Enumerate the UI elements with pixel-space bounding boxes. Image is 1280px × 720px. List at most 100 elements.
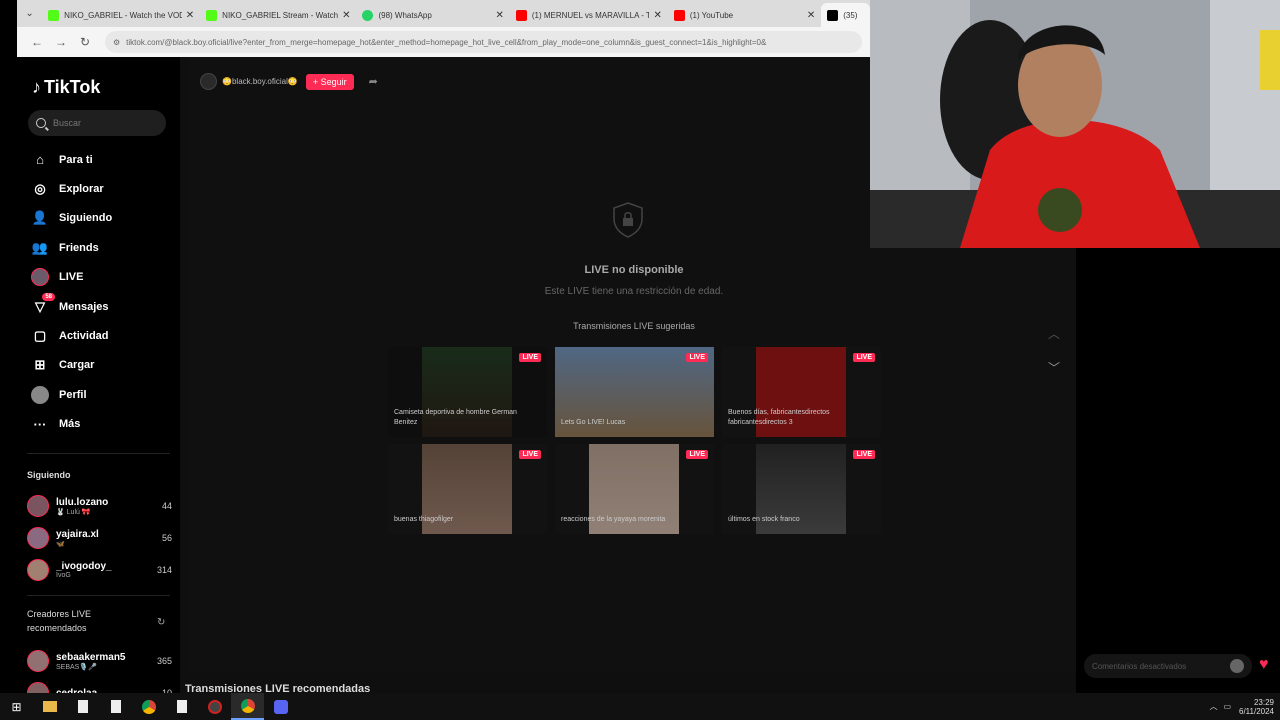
chevron-up-icon[interactable]: ︿ xyxy=(1048,325,1060,342)
live-card-title: Buenos días, fabricantesdirectos fabrica… xyxy=(728,409,830,426)
streamer-name[interactable]: 😳black.boy.oficial😳 xyxy=(222,77,298,86)
account-info: sebaakerman5 SEBAS🎙️🎤 xyxy=(56,652,153,671)
follow-button[interactable]: + Seguir xyxy=(305,73,354,90)
tab-label: NIKO_GABRIEL Stream - Watch xyxy=(222,10,339,20)
tab-search-chevron-icon[interactable]: ⌄ xyxy=(17,0,42,27)
share-icon[interactable]: ➦ xyxy=(369,75,378,88)
live-card[interactable]: LIVE Camiseta deportiva de hombre German… xyxy=(388,347,547,437)
following-account[interactable]: lulu.lozano 🐰 Lulú 🎀 44 xyxy=(27,492,172,520)
following-account[interactable]: _ivogodoy_ IvoG 314 xyxy=(27,556,172,584)
nav-item-perfil[interactable]: Perfil xyxy=(31,380,171,409)
avatar xyxy=(27,559,49,581)
tray-chevron-icon[interactable]: ︿ xyxy=(1209,701,1217,712)
nav-item-friends[interactable]: 👥 Friends xyxy=(31,233,171,262)
left-edge xyxy=(0,0,17,693)
search-icon xyxy=(36,118,46,128)
nav-item-actividad[interactable]: ▢ Actividad xyxy=(31,321,171,350)
comment-placeholder: Comentarios desactivados xyxy=(1092,661,1187,671)
tiktok-note-icon: ♪ xyxy=(32,77,41,97)
profile-avatar-icon xyxy=(31,385,49,404)
live-card[interactable]: LIVE reacciones de la yayaya morenita xyxy=(555,444,714,534)
avatar xyxy=(31,268,49,287)
chrome-icon[interactable] xyxy=(132,693,165,720)
file-explorer-icon[interactable] xyxy=(33,693,66,720)
site-info-icon[interactable]: ⚙ xyxy=(113,38,120,47)
url-input[interactable]: ⚙ tiktok.com/@black.boy.oficial/live?ent… xyxy=(105,31,862,53)
nav-label: Cargar xyxy=(59,359,95,372)
recommended-account[interactable]: sebaakerman5 SEBAS🎙️🎤 365 xyxy=(27,647,172,675)
webcam-overlay xyxy=(870,0,1280,248)
refresh-icon[interactable]: ↻ xyxy=(157,617,165,628)
browser-tab[interactable]: (1) MERNUEL vs MARAVILLA - T ✕ xyxy=(510,3,668,27)
viewer-count: 44 xyxy=(161,501,172,511)
nav-item-mensajes[interactable]: ▽ 58 Mensajes xyxy=(31,292,171,321)
start-windows-icon[interactable]: ⊞ xyxy=(0,693,33,720)
divider xyxy=(27,595,170,596)
home-icon: ⌂ xyxy=(36,152,44,168)
viewer-count: 56 xyxy=(161,533,172,543)
discord-icon[interactable] xyxy=(264,693,297,720)
search-input[interactable]: Buscar xyxy=(28,110,166,136)
heart-icon[interactable]: ♥ xyxy=(1259,656,1269,674)
nav-label: Friends xyxy=(59,241,99,254)
tab-label: (35) xyxy=(843,10,858,20)
document-icon[interactable] xyxy=(99,693,132,720)
main-nav: ⌂ Para ti ◎ Explorar 👤 Siguiendo 👥 Frien… xyxy=(31,145,171,439)
recorder-icon[interactable] xyxy=(198,693,231,720)
nav-item-para-ti[interactable]: ⌂ Para ti xyxy=(31,145,171,174)
avatar[interactable] xyxy=(200,73,217,90)
close-icon[interactable]: ✕ xyxy=(807,10,815,21)
following-section-title: Siguiendo xyxy=(27,470,71,480)
close-icon[interactable]: ✕ xyxy=(495,10,503,21)
close-icon[interactable]: ✕ xyxy=(186,10,194,21)
windows-taskbar: ⊞ ︿ ▭ 23:29 6/11/2024 xyxy=(0,693,1280,720)
account-nickname: IvoG xyxy=(56,572,71,579)
network-icon[interactable]: ▭ xyxy=(1223,702,1231,711)
nav-label: Siguiendo xyxy=(59,212,113,225)
browser-tab[interactable]: (98) WhatsApp ✕ xyxy=(356,3,509,27)
tiktok-icon xyxy=(827,9,839,21)
clock[interactable]: 23:29 6/11/2024 xyxy=(1239,698,1274,716)
more-icon: ··· xyxy=(33,416,47,432)
live-card-title: últimos en stock franco xyxy=(728,516,800,523)
browser-tab[interactable]: NIKO_GABRIEL - Watch the VOD ✕ xyxy=(42,3,200,27)
compass-icon: ◎ xyxy=(34,181,46,197)
account-name: lulu.lozano xyxy=(56,496,109,508)
browser-tabbar: ⌄ NIKO_GABRIEL - Watch the VOD ✕ NIKO_GA… xyxy=(17,0,870,27)
kick-icon xyxy=(48,9,60,21)
forward-icon[interactable]: → xyxy=(49,35,73,49)
live-card[interactable]: LIVE buenas thiagofilger xyxy=(388,444,547,534)
document-icon[interactable] xyxy=(66,693,99,720)
following-account[interactable]: yajaira.xl 🦋 56 xyxy=(27,524,172,552)
nav-item-live[interactable]: LIVE xyxy=(31,263,171,292)
tab-label: (98) WhatsApp xyxy=(378,10,432,20)
nav-item-siguiendo[interactable]: 👤 Siguiendo xyxy=(31,204,171,233)
account-info: _ivogodoy_ IvoG xyxy=(56,561,153,579)
nav-item-mas[interactable]: ··· Más xyxy=(31,410,171,439)
live-card[interactable]: LIVE Buenos días, fabricantesdirectos fa… xyxy=(722,347,881,437)
nav-item-cargar[interactable]: ⊞ Cargar xyxy=(31,351,171,380)
live-card[interactable]: LIVE Lets Go LIVE! Lucas xyxy=(555,347,714,437)
reload-icon[interactable]: ↻ xyxy=(73,35,97,49)
comment-input[interactable]: Comentarios desactivados xyxy=(1084,654,1252,678)
live-badge: LIVE xyxy=(686,353,708,362)
emoji-icon[interactable] xyxy=(1230,659,1244,673)
nav-item-explorar[interactable]: ◎ Explorar xyxy=(31,174,171,203)
live-card-title: reacciones de la yayaya morenita xyxy=(561,516,666,523)
live-card[interactable]: LIVE últimos en stock franco xyxy=(722,444,881,534)
chrome-active-icon[interactable] xyxy=(231,693,264,720)
recommended-account[interactable]: cedrolaa 10 xyxy=(27,679,172,693)
back-icon[interactable]: ← xyxy=(25,35,49,49)
chevron-down-icon[interactable]: ﹀ xyxy=(1048,359,1060,376)
close-icon[interactable]: ✕ xyxy=(653,10,661,21)
tiktok-logo[interactable]: ♪ TikTok xyxy=(32,77,100,98)
document-icon[interactable] xyxy=(165,693,198,720)
browser-tab-active[interactable]: (35) xyxy=(821,3,870,27)
close-icon[interactable]: ✕ xyxy=(342,10,350,21)
address-bar: ← → ↻ ⚙ tiktok.com/@black.boy.oficial/li… xyxy=(17,27,870,57)
browser-tab[interactable]: NIKO_GABRIEL Stream - Watch ✕ xyxy=(200,3,356,27)
recorder-shape xyxy=(207,699,222,714)
following-icon: 👤 xyxy=(31,210,49,226)
browser-tab[interactable]: (1) YouTube ✕ xyxy=(668,3,821,27)
account-info: lulu.lozano 🐰 Lulú 🎀 xyxy=(56,497,158,516)
